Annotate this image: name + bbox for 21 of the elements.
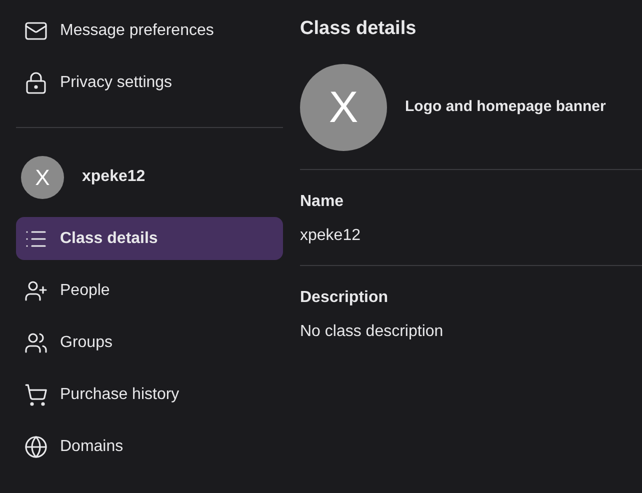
class-name: xpeke12 [82, 167, 146, 187]
globe-icon [24, 434, 48, 458]
people-icon [24, 330, 48, 354]
sidebar-item[interactable]: Message preferences [16, 5, 283, 57]
logo-label: Logo and homepage banner [405, 97, 606, 118]
nav-item[interactable]: Domains [16, 425, 283, 468]
sidebar-item[interactable]: Privacy settings [16, 57, 283, 109]
mail-icon [24, 19, 48, 43]
cart-icon [24, 382, 48, 406]
field-label: Description [300, 288, 390, 308]
lock-icon [24, 71, 48, 95]
nav-item[interactable]: Class details [16, 217, 283, 260]
field-value: No class description [300, 322, 444, 342]
nav-item[interactable]: Groups [16, 321, 283, 364]
page-title: Class details [300, 17, 418, 41]
field-label: Name [300, 192, 345, 212]
nav-item[interactable]: People [16, 269, 283, 312]
field-value: xpeke12 [300, 226, 362, 246]
add-person-icon [24, 278, 48, 302]
class-avatar: X [21, 156, 64, 198]
nav-item[interactable]: Purchase history [16, 373, 283, 416]
